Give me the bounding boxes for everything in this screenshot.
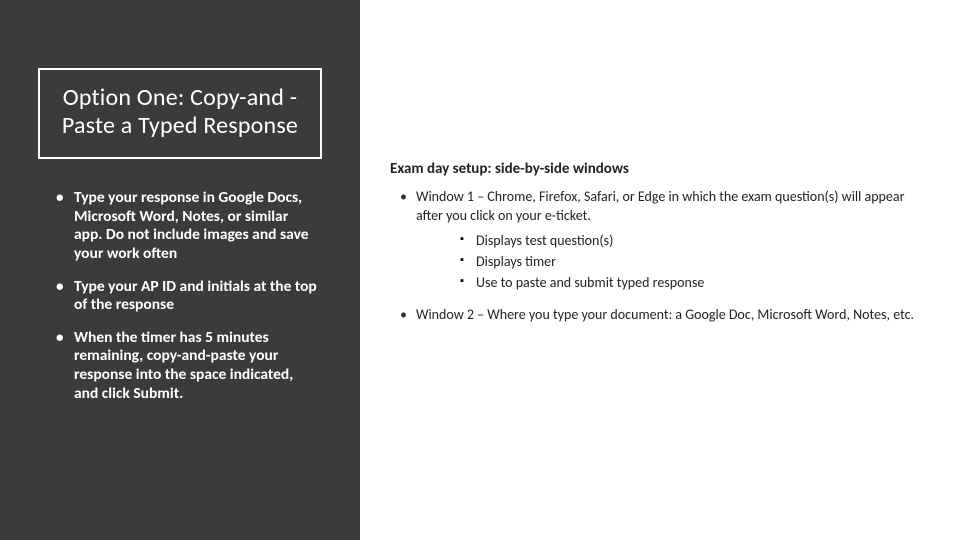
left-bullet: Type your response in Google Docs, Micro… [60, 189, 320, 263]
inner-list-item: Use to paste and submit typed response [460, 274, 930, 293]
right-panel: Exam day setup: side-by-side windows Win… [360, 0, 960, 540]
outer-list: Window 1 – Chrome, Firefox, Safari, or E… [390, 188, 930, 325]
right-content: Exam day setup: side-by-side windows Win… [390, 160, 930, 329]
slide: Option One: Copy-and -Paste a Typed Resp… [0, 0, 960, 540]
left-bullet: When the timer has 5 minutes remaining, … [60, 329, 320, 403]
title-box: Option One: Copy-and -Paste a Typed Resp… [38, 68, 322, 159]
inner-list: Displays test question(s) Displays timer… [416, 226, 930, 303]
slide-title: Option One: Copy-and -Paste a Typed Resp… [46, 84, 314, 139]
subheading: Exam day setup: side-by-side windows [390, 160, 930, 178]
inner-list-item: Displays timer [460, 253, 930, 272]
outer-item-text: Window 1 – Chrome, Firefox, Safari, or E… [416, 188, 904, 224]
inner-list-item: Displays test question(s) [460, 232, 930, 251]
left-bullet-list: Type your response in Google Docs, Micro… [30, 189, 330, 403]
outer-item-text: Window 2 – Where you type your document:… [416, 306, 914, 323]
outer-list-item: Window 2 – Where you type your document:… [398, 306, 930, 325]
outer-list-item: Window 1 – Chrome, Firefox, Safari, or E… [398, 188, 930, 302]
left-panel: Option One: Copy-and -Paste a Typed Resp… [0, 0, 360, 540]
left-bullet: Type your AP ID and initials at the top … [60, 278, 320, 315]
